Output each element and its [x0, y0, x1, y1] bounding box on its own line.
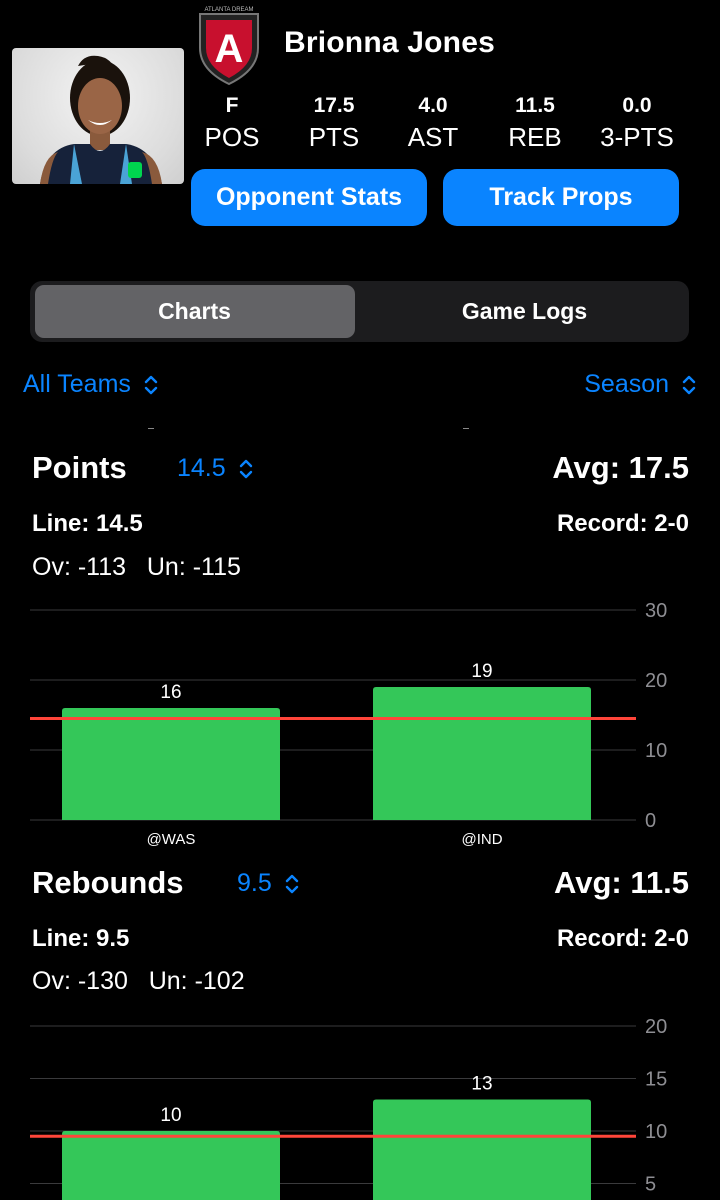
y-tick-label: 5 — [645, 1174, 656, 1196]
section-title-points: Points — [32, 450, 127, 485]
bar-value-label: 10 — [160, 1105, 181, 1126]
team-logo-letter: A — [215, 27, 244, 71]
points-odds: Ov: -113 Un: -115 — [32, 553, 241, 582]
stat-value: 17.5 — [313, 94, 355, 117]
player-avatar-icon — [40, 55, 162, 184]
stat-value: 4.0 — [418, 94, 448, 117]
stat-value: F — [225, 94, 239, 117]
y-tick-label: 10 — [645, 1121, 667, 1143]
chevron-up-down-icon — [239, 460, 252, 479]
bar-value-label: 16 — [160, 682, 181, 703]
tab-charts[interactable]: Charts — [30, 281, 359, 342]
period-filter-label: Season — [584, 370, 670, 398]
category-label: @WAS — [147, 831, 196, 848]
points-under-odds: Un: -115 — [146, 553, 241, 581]
y-tick-label: 20 — [645, 670, 667, 692]
team-logo-text: ATLANTA DREAM — [204, 7, 253, 13]
points-chart: 0 10 20 30 16 @WAS 19 @IND — [30, 600, 667, 848]
y-tick-label: 10 — [645, 740, 667, 762]
bar-was[interactable] — [62, 708, 280, 820]
points-over-odds: Ov: -113 — [32, 553, 127, 581]
bar-value-label: 13 — [471, 1074, 492, 1095]
rebounds-odds: Ov: -130 Un: -102 — [32, 967, 245, 996]
y-tick-label: 0 — [645, 810, 656, 832]
section-title-rebounds: Rebounds — [32, 865, 184, 900]
stat-label: PTS — [308, 122, 360, 152]
rebounds-line-text: Line: 9.5 — [32, 925, 130, 952]
rebounds-record: Record: 2-0 — [556, 925, 689, 952]
bar-ind[interactable] — [373, 687, 591, 820]
points-average: Avg: 17.5 — [552, 450, 689, 485]
bar-was[interactable] — [62, 1131, 280, 1200]
rebounds-line-value: 9.5 — [237, 869, 272, 897]
stat-pts: 17.5 PTS — [279, 94, 389, 153]
bar-value-label: 19 — [471, 661, 492, 682]
points-line-text: Line: 14.5 — [32, 510, 143, 537]
track-props-button[interactable]: Track Props — [443, 169, 679, 226]
player-name: Brionna Jones — [284, 26, 495, 59]
rebounds-under-odds: Un: -102 — [148, 967, 245, 995]
player-photo — [12, 48, 184, 184]
y-tick-label: 30 — [645, 600, 667, 622]
stat-label: POS — [204, 122, 260, 152]
rebounds-chart: 5 10 15 20 10 13 — [30, 1016, 667, 1200]
tab-game-logs[interactable]: Game Logs — [360, 281, 689, 342]
teams-filter[interactable]: All Teams — [23, 370, 158, 399]
points-line-value: 14.5 — [177, 454, 226, 482]
chevron-up-down-icon — [285, 875, 298, 894]
chevron-up-down-icon — [682, 376, 696, 395]
stat-value: 11.5 — [515, 94, 555, 117]
view-segmented-control: Charts Game Logs — [30, 281, 689, 342]
rebounds-line-picker[interactable]: 9.5 — [237, 869, 299, 898]
points-line-picker[interactable]: 14.5 — [177, 454, 253, 483]
stat-label: AST — [407, 122, 459, 152]
chevron-up-down-icon — [144, 376, 158, 395]
scroll-marker — [148, 428, 154, 429]
stat-reb: 11.5 REB — [480, 94, 590, 153]
scroll-marker — [463, 428, 469, 429]
stat-pos: F POS — [177, 94, 287, 153]
points-record: Record: 2-0 — [556, 510, 689, 537]
rebounds-average: Avg: 11.5 — [554, 865, 689, 900]
category-label: @IND — [461, 831, 502, 848]
stat-value: 0.0 — [622, 94, 652, 117]
teams-filter-label: All Teams — [23, 370, 131, 398]
stat-3pts: 0.0 3-PTS — [582, 94, 692, 153]
opponent-stats-button[interactable]: Opponent Stats — [191, 169, 427, 226]
team-logo: A ATLANTA DREAM — [196, 4, 262, 86]
y-tick-label: 20 — [645, 1016, 667, 1038]
stat-label: REB — [508, 122, 562, 152]
rebounds-over-odds: Ov: -130 — [32, 967, 128, 995]
y-tick-label: 15 — [645, 1069, 667, 1091]
stat-label: 3-PTS — [600, 122, 674, 152]
bar-ind[interactable] — [373, 1099, 591, 1200]
period-filter[interactable]: Season — [584, 370, 696, 399]
stat-ast: 4.0 AST — [378, 94, 488, 153]
